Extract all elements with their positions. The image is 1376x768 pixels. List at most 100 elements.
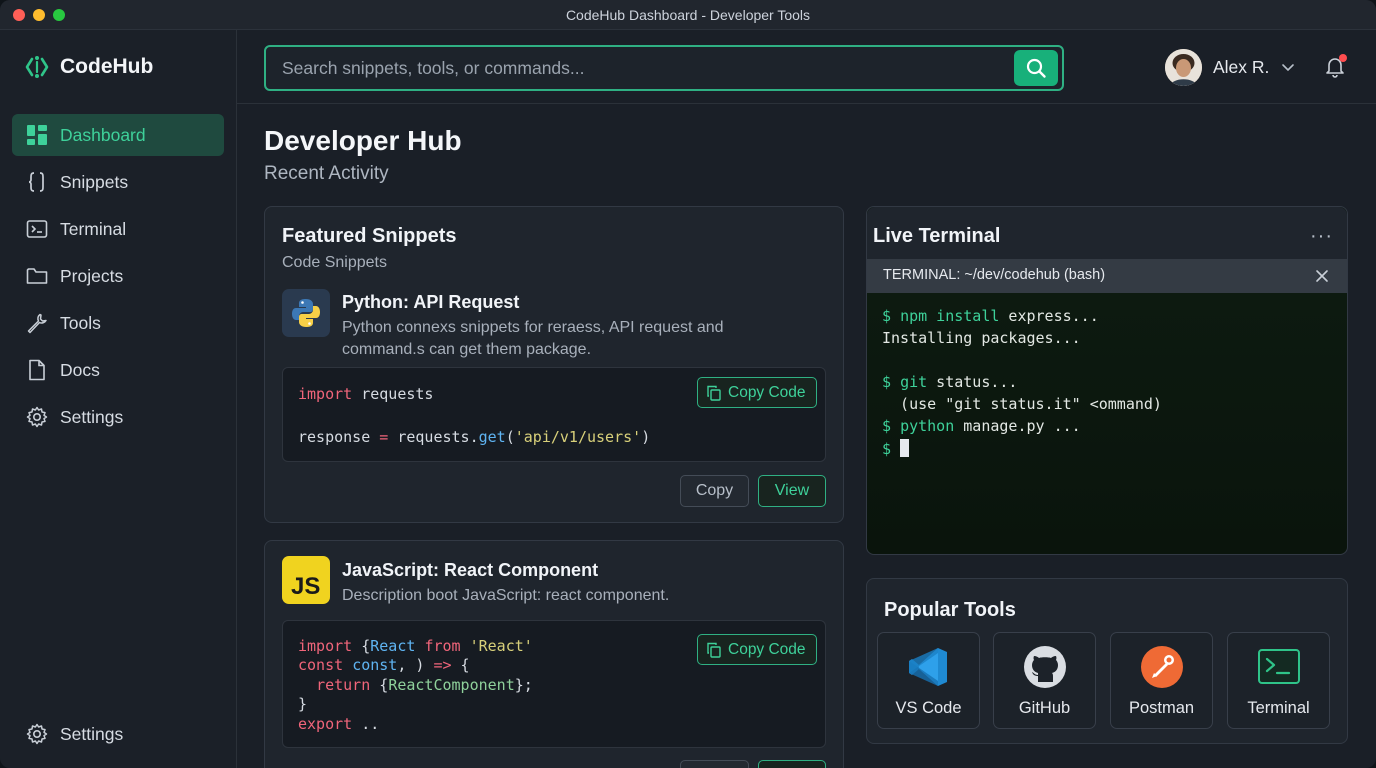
sidebar-item-label: Settings [60,723,124,744]
sidebar-item-projects[interactable]: Projects [12,255,224,297]
sidebar-item-settings-bottom[interactable]: Settings [12,713,224,755]
terminal-prompt[interactable]: $ [882,439,910,458]
postman-icon [1111,645,1212,689]
app-logo[interactable]: CodeHub [24,52,153,82]
copy-code-label: Copy Code [728,383,806,401]
terminal-line: (use "git status.it" <ommand) [882,395,1162,413]
snippet-title[interactable]: Python: API Request [342,292,519,313]
live-terminal-card: Live Terminal ··· TERMINAL: ~/dev/codehu… [866,206,1348,555]
tool-label: VS Code [895,699,962,717]
view-button[interactable]: View [758,475,826,507]
sidebar-item-snippets[interactable]: Snippets [12,161,224,203]
title-bar: CodeHub Dashboard - Developer Tools [0,0,1376,30]
popular-tools-card: Popular Tools VS Code GitHub Postman Ter… [866,578,1348,744]
sidebar-item-label: Snippets [60,171,129,192]
copy-code-label: Copy Code [728,640,806,658]
vscode-icon [878,645,979,689]
sidebar-item-dashboard[interactable]: Dashboard [12,114,224,156]
javascript-icon-text: JS [291,573,321,600]
search-bar [264,45,1064,91]
sidebar-item-label: Tools [60,312,101,333]
top-bar: Alex R. [237,30,1376,104]
search-input[interactable] [282,55,982,81]
copy-icon [707,642,721,658]
tool-label: Postman [1128,699,1195,717]
snippet-description: Description boot JavaScript: react compo… [342,587,670,604]
folder-icon [26,265,48,287]
gear-icon [26,406,48,428]
code-line: } [298,695,308,713]
card-title: Popular Tools [884,599,1016,621]
sidebar: CodeHub Dashboard Snippets Terminal Proj… [0,30,237,768]
code-line: response = requests.get('api/v1/users') [298,428,651,446]
terminal-icon [26,218,48,240]
code-line: import requests [298,385,434,403]
copy-code-button[interactable]: Copy Code [697,634,817,665]
code-line: import {React from 'React' [298,637,533,655]
close-icon[interactable] [1315,269,1329,283]
terminal-tab-label: TERMINAL: ~/dev/codehub (bash) [883,267,1106,283]
snippet-description-line: command.s can get them package. [342,341,592,358]
sidebar-nav: Dashboard Snippets Terminal Projects Too… [12,114,224,443]
terminal-line: $ python manage.py ... [882,417,1081,435]
window-title: CodeHub Dashboard - Developer Tools [565,7,811,23]
dashboard-icon [26,124,48,146]
sidebar-item-terminal[interactable]: Terminal [12,208,224,250]
more-options-icon[interactable]: ··· [1310,225,1333,248]
code-block: import {React from 'React' const const, … [282,620,826,748]
tool-label: GitHub [1018,699,1071,717]
search-button[interactable] [1014,50,1058,86]
codehub-logo-icon [25,56,49,78]
terminal-line: Installing packages... [882,329,1081,347]
card-title: Featured Snippets [282,225,457,247]
code-line: export .. [298,715,380,733]
terminal-output[interactable]: $ npm install express... Installing pack… [867,293,1347,554]
view-button[interactable] [758,760,826,768]
tool-postman[interactable]: Postman [1110,632,1213,729]
sidebar-item-label: Projects [60,265,124,286]
avatar[interactable] [1165,48,1202,86]
chevron-down-icon[interactable] [1281,60,1295,74]
user-name: Alex R. [1213,56,1270,77]
terminal-cursor [900,439,910,457]
copy-code-button[interactable]: Copy Code [697,377,817,408]
card-subtitle: Code Snippets [282,254,387,271]
code-line: const const, ) => { [298,656,470,674]
snippet-title[interactable]: JavaScript: React Component [342,560,598,581]
document-icon [26,359,48,381]
code-line: return {ReactComponent}; [316,676,533,694]
sidebar-item-docs[interactable]: Docs [12,349,224,391]
tool-vscode[interactable]: VS Code [877,632,980,729]
terminal-app-icon [1228,645,1329,689]
javascript-icon: JS [282,556,330,604]
snippets-icon [26,171,48,193]
gear-icon [26,723,48,745]
sidebar-item-tools[interactable]: Tools [12,302,224,344]
sidebar-item-settings[interactable]: Settings [12,396,224,438]
notification-badge [1339,54,1347,62]
logo-text: CodeHub [60,55,154,78]
sidebar-item-label: Terminal [60,218,127,239]
copy-button[interactable] [680,760,749,768]
user-menu[interactable]: Alex R. [1165,47,1295,87]
featured-snippets-card: Featured Snippets Code Snippets Python: … [264,206,844,523]
sidebar-item-label: Settings [60,406,124,427]
copy-icon [707,385,721,401]
tool-label: Terminal [1247,699,1310,717]
code-block: import requests response = requests.get(… [282,367,826,462]
terminal-tab[interactable]: TERMINAL: ~/dev/codehub (bash) [867,259,1347,293]
snippet-description-line: Python connexs snippets for reraess, API… [342,319,724,336]
sidebar-item-label: Docs [60,359,100,380]
sidebar-item-label: Dashboard [60,124,146,145]
card-title: Live Terminal [873,225,1001,247]
app-window: CodeHub Dashboard - Developer Tools Code… [0,0,1376,768]
terminal-header: Live Terminal ··· [867,207,1347,259]
page-subtitle: Recent Activity [264,163,389,184]
snippet-description: Python connexs snippets for reraess, API… [342,317,772,361]
tool-terminal[interactable]: Terminal [1227,632,1330,729]
sidebar-bottom: Settings [12,713,224,760]
javascript-snippet-card: JS JavaScript: React Component Descripti… [264,540,844,768]
page-title: Developer Hub [264,125,462,156]
copy-button[interactable]: Copy [680,475,749,507]
tool-github[interactable]: GitHub [993,632,1096,729]
